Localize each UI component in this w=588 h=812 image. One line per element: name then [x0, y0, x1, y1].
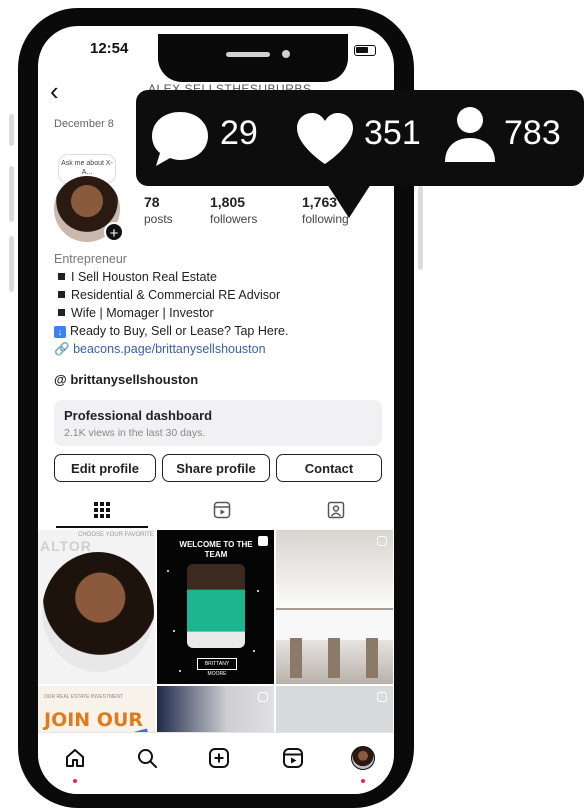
stat-posts-value: 78 [144, 194, 160, 210]
phone-notch [158, 34, 348, 82]
add-post-icon [209, 748, 229, 768]
bio-line: Residential & Commercial RE Advisor [54, 286, 288, 304]
notification-dot [361, 779, 365, 783]
down-arrow-icon: ↓ [54, 326, 66, 338]
bio-line-text: Wife | Momager | Investor [71, 306, 214, 320]
home-icon [66, 749, 84, 767]
add-story-icon[interactable]: + [104, 222, 124, 242]
profile-link[interactable]: 🔗 beacons.page/brittanysellshouston [54, 342, 266, 357]
sparkle [179, 670, 181, 672]
post-header-text: OUR REAL ESTATE INVESTMENT [44, 694, 124, 700]
bottom-navigation [38, 732, 394, 794]
nav-search[interactable] [134, 745, 160, 771]
tab-reels[interactable] [210, 498, 234, 522]
sparkle [257, 590, 259, 592]
post-name-tag: BRITTANY MOORE [197, 658, 237, 677]
reels-icon [213, 501, 231, 519]
threads-handle: brittanysellshouston [70, 372, 199, 387]
grid-icon [94, 502, 110, 518]
user-icon [445, 107, 495, 162]
stat-followers-label: followers [210, 212, 258, 226]
tab-active-indicator [56, 526, 148, 528]
kitchen-island [276, 608, 393, 640]
speaker-grille [226, 52, 270, 57]
threads-icon: @ [54, 372, 67, 387]
engagement-overlay: 29 351 783 [136, 90, 584, 186]
battery-icon [354, 44, 376, 56]
nav-profile[interactable] [350, 745, 376, 771]
phone-side-button [418, 186, 423, 270]
profile-link-text: beacons.page/brittanysellshouston [73, 342, 266, 356]
bio-line: ↓ Ready to Buy, Sell or Lease? Tap Here. [54, 322, 288, 340]
bio-line-text: I Sell Houston Real Estate [71, 270, 217, 284]
stat-followers[interactable]: 1,805 followers [210, 194, 257, 226]
profile-avatar-icon [351, 746, 375, 770]
bar-stool [366, 638, 378, 678]
post-overlay-text: ALTOR [40, 538, 92, 554]
tagged-icon [327, 501, 345, 519]
tab-grid[interactable] [90, 498, 114, 522]
nav-home[interactable] [62, 745, 88, 771]
stat-followers-value: 1,805 [210, 194, 246, 210]
follower-count: 783 [504, 114, 561, 152]
dashboard-subtitle: 2.1K views in the last 30 days. [64, 427, 206, 439]
reels-icon [283, 748, 303, 768]
bio-line: I Sell Houston Real Estate [54, 268, 288, 286]
sparkle [173, 630, 175, 632]
post-portrait [187, 564, 245, 648]
phone-side-button [9, 236, 14, 292]
notification-dot [73, 779, 77, 783]
bullet-icon [58, 291, 65, 298]
like-count: 351 [364, 114, 421, 152]
reel-icon [258, 692, 268, 702]
bullet-icon [58, 273, 65, 280]
overlay-pointer [327, 184, 371, 218]
reel-icon [377, 536, 387, 546]
post-thumbnail[interactable]: WELCOME TO THE TEAM BRITTANY MOORE [157, 530, 274, 684]
bullet-icon [58, 309, 65, 316]
post-thumbnail[interactable]: CHOOSE YOUR FAVORITE ALTOR [38, 530, 155, 684]
stat-posts[interactable]: 78 posts [144, 194, 173, 226]
bio-line-text: Residential & Commercial RE Advisor [71, 288, 281, 302]
profile-bio: Entrepreneur I Sell Houston Real Estate … [54, 250, 288, 340]
phone-side-button [9, 114, 14, 146]
professional-dashboard[interactable]: Professional dashboard 2.1K views in the… [54, 400, 382, 446]
carousel-icon [258, 536, 268, 546]
post-thumbnail[interactable] [276, 530, 393, 684]
link-icon: 🔗 [54, 342, 70, 356]
back-arrow-icon[interactable]: ‹ [50, 78, 59, 104]
heart-icon [297, 113, 353, 164]
bar-stool [328, 638, 340, 678]
nav-reels[interactable] [280, 745, 306, 771]
post-date: December 8 [54, 118, 114, 130]
bio-line-text: Ready to Buy, Sell or Lease? Tap Here. [70, 324, 289, 338]
search-icon [138, 749, 157, 768]
post-portrait [42, 552, 154, 672]
reel-icon [377, 692, 387, 702]
share-profile-button[interactable]: Share profile [162, 454, 270, 482]
comment-count: 29 [220, 114, 258, 152]
front-camera [282, 50, 290, 58]
sparkle [167, 570, 169, 572]
bar-stool [290, 638, 302, 678]
comment-icon [152, 112, 208, 166]
bio-category: Entrepreneur [54, 252, 127, 266]
dashboard-title: Professional dashboard [64, 408, 213, 423]
profile-tabs [38, 494, 394, 528]
stat-posts-label: posts [144, 212, 173, 226]
status-time: 12:54 [90, 40, 129, 57]
phone-side-button [9, 166, 14, 222]
bio-line: Wife | Momager | Investor [54, 304, 288, 322]
threads-badge[interactable]: @ brittanysellshouston [54, 372, 198, 387]
sparkle [253, 650, 255, 652]
contact-button[interactable]: Contact [276, 454, 382, 482]
post-headline: WELCOME TO THE TEAM [179, 540, 253, 559]
edit-profile-button[interactable]: Edit profile [54, 454, 156, 482]
tab-tagged[interactable] [324, 498, 348, 522]
nav-create[interactable] [206, 745, 232, 771]
